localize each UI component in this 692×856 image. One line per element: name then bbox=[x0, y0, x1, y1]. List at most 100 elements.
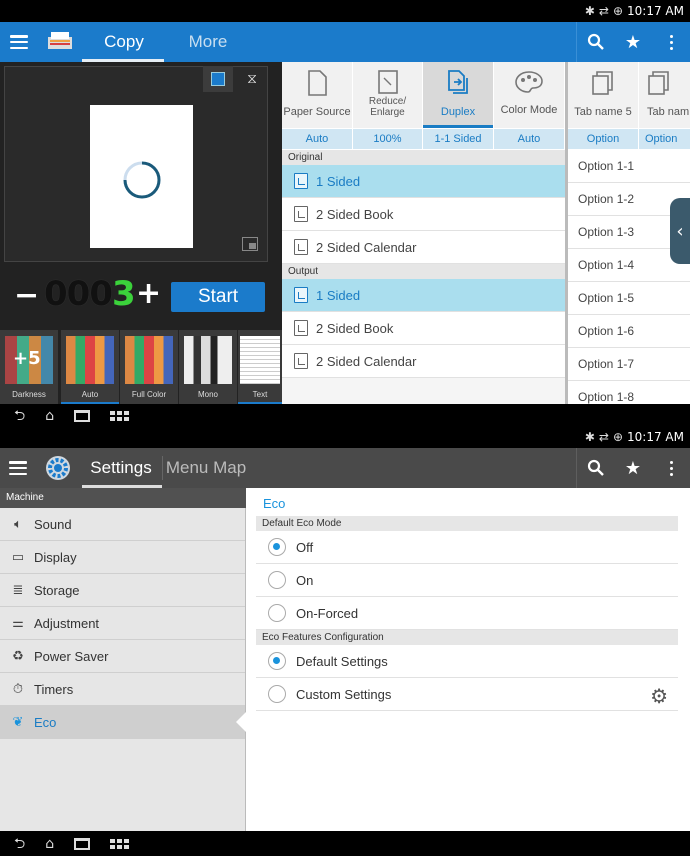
recent-apps-icon[interactable] bbox=[74, 410, 91, 422]
more-vert-icon bbox=[669, 460, 673, 476]
tab-label: Duplex bbox=[440, 106, 476, 118]
tab-menu-map[interactable]: Menu Map bbox=[163, 448, 249, 488]
duplex-value: 1-1 Sided bbox=[423, 129, 493, 149]
radio-button[interactable] bbox=[268, 685, 286, 703]
selection-pointer bbox=[236, 712, 246, 732]
favorites-button[interactable]: ★ bbox=[614, 22, 652, 62]
preset-full-color[interactable]: Full Color bbox=[120, 330, 178, 404]
decrease-button[interactable]: − bbox=[14, 280, 39, 312]
list-item[interactable]: Option 1-7 bbox=[568, 348, 690, 381]
back-icon[interactable]: ⮌ bbox=[14, 837, 25, 851]
list-item[interactable]: Option 1-6 bbox=[568, 315, 690, 348]
output-2-sided-book[interactable]: 2 Sided Book bbox=[282, 312, 565, 345]
tab-name-6[interactable]: Tab nam bbox=[639, 62, 690, 128]
page-title: Eco bbox=[263, 496, 286, 511]
original-2-sided-calendar[interactable]: 2 Sided Calendar bbox=[282, 231, 565, 264]
apps-grid-icon[interactable] bbox=[110, 411, 130, 421]
preset-text[interactable]: Text bbox=[238, 330, 282, 404]
radio-button[interactable] bbox=[268, 538, 286, 556]
status-bar: ✱ ⇄ ⊕ 10:17 AM bbox=[0, 0, 690, 22]
original-1-sided[interactable]: 1 Sided bbox=[282, 165, 565, 198]
tab-more[interactable]: More bbox=[166, 22, 250, 62]
counter-prefix: 000 bbox=[44, 274, 113, 314]
tab-reduce-enlarge[interactable]: Reduce/ Enlarge bbox=[353, 62, 422, 128]
preset-label: Darkness bbox=[12, 390, 46, 399]
increase-button[interactable]: + bbox=[136, 278, 161, 310]
reduce-enlarge-value: 100% bbox=[353, 129, 422, 149]
list-item[interactable]: Option 1-1 bbox=[568, 150, 690, 183]
preset-auto[interactable]: Auto bbox=[61, 330, 119, 404]
output-2-sided-calendar[interactable]: 2 Sided Calendar bbox=[282, 345, 565, 378]
tab-settings-label: Settings bbox=[90, 458, 152, 477]
usb-icon: ⇄ bbox=[598, 4, 609, 18]
back-icon[interactable]: ⮌ bbox=[14, 409, 25, 423]
radio-button[interactable] bbox=[268, 571, 286, 589]
tab-settings[interactable]: Settings bbox=[80, 448, 162, 488]
eco-mode-on[interactable]: On bbox=[256, 564, 678, 597]
tab-duplex[interactable]: Duplex bbox=[423, 62, 493, 128]
sidebar-item-display[interactable]: ▭ Display bbox=[0, 541, 246, 574]
overflow-menu-button[interactable] bbox=[652, 448, 690, 488]
tab-paper-source[interactable]: Paper Source bbox=[282, 62, 352, 128]
option-label: 2 Sided Calendar bbox=[316, 353, 417, 369]
sidebar-item-timers[interactable]: ⏱︎ Timers bbox=[0, 673, 246, 706]
home-icon[interactable]: ⌂ bbox=[45, 409, 54, 423]
eco-default-settings[interactable]: Default Settings bbox=[256, 645, 678, 678]
search-button[interactable] bbox=[576, 448, 614, 488]
eco-custom-settings[interactable]: Custom Settings ⚙ bbox=[256, 678, 678, 711]
gear-icon[interactable]: ⚙ bbox=[650, 684, 668, 709]
side-panel-handle[interactable]: ‹ bbox=[670, 198, 690, 264]
preset-mono[interactable]: Mono bbox=[179, 330, 237, 404]
preset-label: Auto bbox=[81, 390, 99, 399]
preset-darkness[interactable]: +5 Darkness bbox=[0, 330, 58, 404]
history-preview-button[interactable]: ⧖ bbox=[237, 66, 267, 92]
sidebar-item-label: Eco bbox=[34, 714, 57, 730]
image-preview-icon bbox=[211, 72, 225, 86]
radio-button[interactable] bbox=[268, 604, 286, 622]
palette-icon bbox=[515, 71, 543, 93]
sidebar-item-power-saver[interactable]: ♻︎ Power Saver bbox=[0, 640, 246, 673]
tab-name-5[interactable]: Tab name 5 bbox=[568, 62, 638, 128]
eco-settings-panel: Eco Default Eco Mode Off On On-Forced Ec… bbox=[246, 488, 690, 831]
menu-button[interactable] bbox=[0, 461, 36, 475]
tab5-value: Option bbox=[568, 129, 638, 149]
preset-label: Mono bbox=[197, 390, 218, 399]
output-1-sided[interactable]: 1 Sided bbox=[282, 279, 565, 312]
home-icon[interactable]: ⌂ bbox=[45, 837, 54, 851]
star-icon: ★ bbox=[624, 457, 642, 479]
menu-button[interactable] bbox=[0, 35, 38, 49]
sidebar-item-eco[interactable]: ❦ Eco bbox=[0, 706, 246, 739]
radio-button[interactable] bbox=[268, 652, 286, 670]
copies-icon bbox=[648, 71, 669, 95]
recent-apps-icon[interactable] bbox=[74, 837, 91, 850]
eco-mode-on-forced[interactable]: On-Forced bbox=[256, 597, 678, 630]
sliders-icon: ⚌ bbox=[12, 615, 24, 630]
sidebar-item-adjustment[interactable]: ⚌ Adjustment bbox=[0, 607, 246, 640]
start-button[interactable]: Start bbox=[171, 282, 265, 312]
options-list: Option 1-1 Option 1-2 Option 1-3 Option … bbox=[568, 150, 690, 404]
preview-mode-button[interactable] bbox=[203, 66, 233, 92]
menu-icon bbox=[9, 461, 27, 475]
eco-mode-off[interactable]: Off bbox=[256, 531, 678, 564]
sidebar-item-storage[interactable]: ≣ Storage bbox=[0, 574, 246, 607]
speaker-icon: 🔈︎ bbox=[14, 516, 22, 531]
tab-label: Reduce/ Enlarge bbox=[368, 96, 407, 118]
fullscreen-icon[interactable] bbox=[242, 237, 258, 251]
eco-features-header: Eco Features Configuration bbox=[256, 630, 678, 645]
overflow-menu-button[interactable] bbox=[652, 22, 690, 62]
favorites-button[interactable]: ★ bbox=[614, 448, 652, 488]
bluetooth-icon: ✱ bbox=[584, 4, 595, 18]
option-label: 2 Sided Calendar bbox=[316, 239, 417, 255]
search-button[interactable] bbox=[576, 22, 614, 62]
tab-color-mode[interactable]: Color Mode bbox=[494, 62, 564, 128]
list-item[interactable]: Option 1-5 bbox=[568, 282, 690, 315]
tab-copy[interactable]: Copy bbox=[82, 22, 166, 62]
sidebar-item-sound[interactable]: 🔈︎ Sound bbox=[0, 508, 246, 541]
original-2-sided-book[interactable]: 2 Sided Book bbox=[282, 198, 565, 231]
original-header: Original bbox=[282, 150, 565, 165]
copy-counter: 0003 bbox=[44, 274, 136, 314]
list-item[interactable]: Option 1-8 bbox=[568, 381, 690, 404]
star-icon: ★ bbox=[624, 31, 642, 53]
apps-grid-icon[interactable] bbox=[110, 838, 130, 849]
document-icon bbox=[294, 353, 308, 369]
